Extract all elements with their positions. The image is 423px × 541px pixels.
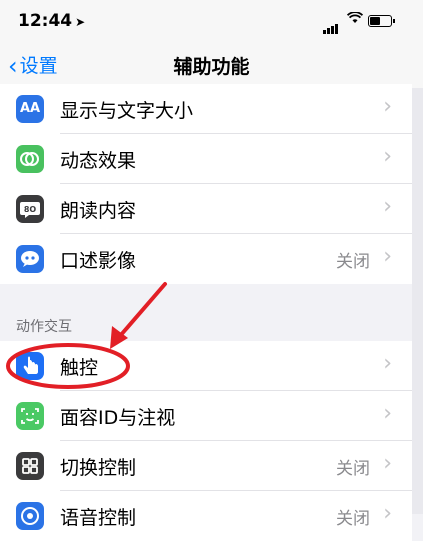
wifi-icon	[346, 11, 364, 28]
navigation-bar: ‹ 设置 辅助功能	[0, 42, 423, 89]
spoken-content-icon-text: 8O	[24, 205, 37, 214]
row-display-text-size[interactable]: AA 显示与文字大小 ›	[0, 84, 412, 134]
battery-icon	[368, 15, 395, 27]
row-audio-description[interactable]: 口述影像 关闭 ›	[0, 234, 412, 284]
motion-icon	[16, 145, 44, 173]
face-id-icon	[16, 402, 44, 430]
row-motion[interactable]: 动态效果 ›	[0, 134, 412, 184]
vision-settings-group: AA 显示与文字大小 › 动态效果 › 8O 朗读内容 › 口述影像 关闭 ›	[0, 84, 412, 284]
display-text-size-icon: AA	[16, 95, 44, 123]
scroll-edge	[412, 88, 423, 514]
row-voice-control[interactable]: 语音控制 关闭 ›	[0, 491, 412, 541]
page-title: 辅助功能	[173, 56, 250, 78]
row-spoken-content[interactable]: 8O 朗读内容 ›	[0, 184, 412, 234]
chevron-right-icon: ›	[383, 451, 392, 476]
cellular-signal-icon	[323, 15, 339, 34]
chevron-right-icon: ›	[383, 401, 392, 426]
audio-description-icon	[16, 245, 44, 273]
interaction-settings-group: 触控 › 面容ID与注视 › 切换控制 关闭 › 语音控制 关闭 ›	[0, 341, 412, 541]
row-value: 关闭	[336, 509, 370, 529]
row-value: 关闭	[336, 252, 370, 272]
row-value: 关闭	[336, 459, 370, 479]
row-label: 触控	[60, 357, 99, 379]
row-switch-control[interactable]: 切换控制 关闭 ›	[0, 441, 412, 491]
row-label: 显示与文字大小	[60, 100, 194, 122]
status-time-text: 12:44	[18, 11, 73, 31]
row-label: 动态效果	[60, 150, 137, 172]
row-label: 语音控制	[60, 507, 137, 529]
chevron-right-icon: ›	[383, 244, 392, 269]
touch-hand-icon	[16, 352, 44, 380]
status-time: 12:44 ➤	[18, 11, 85, 31]
row-touch[interactable]: 触控 ›	[0, 341, 412, 391]
annotation-arrow-shaft	[118, 282, 167, 338]
location-arrow-icon: ➤	[75, 15, 86, 29]
chevron-right-icon: ›	[383, 144, 392, 169]
row-label: 切换控制	[60, 457, 137, 479]
section-header: 动作交互	[16, 319, 72, 335]
row-face-id-attention[interactable]: 面容ID与注视 ›	[0, 391, 412, 441]
spoken-content-icon: 8O	[16, 195, 44, 223]
row-label: 朗读内容	[60, 200, 137, 222]
voice-control-icon	[16, 502, 44, 530]
status-bar: 12:44 ➤	[0, 0, 423, 42]
chevron-right-icon: ›	[383, 351, 392, 376]
row-label: 口述影像	[60, 250, 137, 272]
chevron-right-icon: ›	[383, 94, 392, 119]
row-label: 面容ID与注视	[60, 407, 176, 429]
switch-control-icon	[16, 452, 44, 480]
chevron-right-icon: ›	[383, 194, 392, 219]
